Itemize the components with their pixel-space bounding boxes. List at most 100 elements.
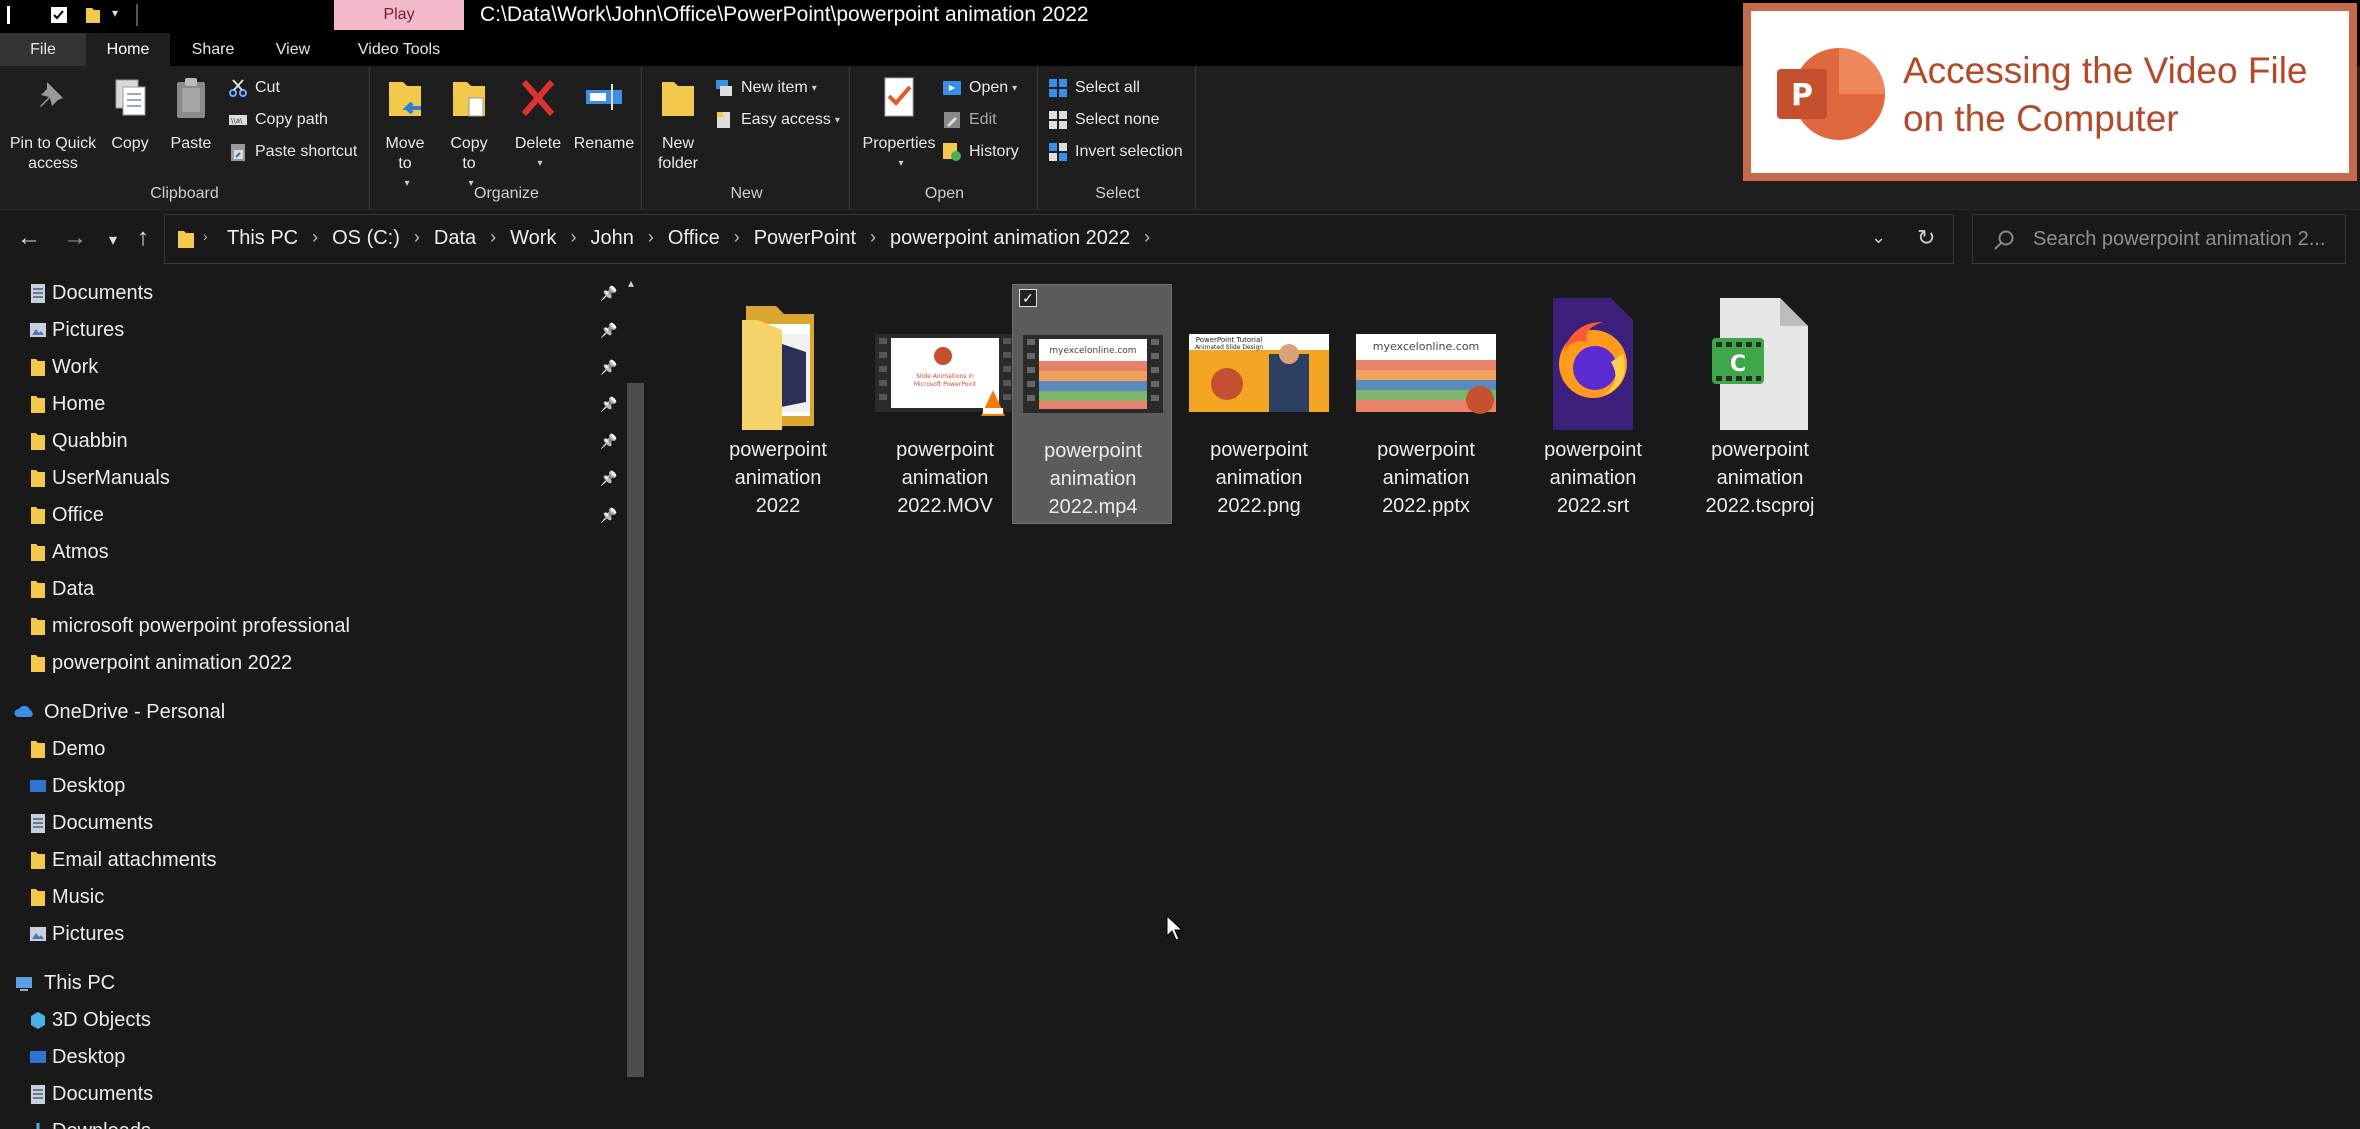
edit-button[interactable]: Edit [942, 108, 997, 132]
file-name-line: animation [1549, 467, 1637, 489]
file-item[interactable]: PowerPoint Tutorial Animated Slide Desig… [1179, 284, 1339, 524]
rename-icon [586, 84, 622, 110]
breadcrumb-current-folder[interactable]: powerpoint animation 2022 [890, 227, 1130, 250]
title-card-text: Accessing the Video File on the Computer [1903, 47, 2308, 143]
sidebar-item[interactable]: Demo [0, 732, 620, 766]
file-name-line: powerpoint [729, 439, 827, 461]
breadcrumb-separator-icon[interactable]: › [414, 227, 420, 250]
breadcrumb-separator-icon[interactable]: › [1144, 227, 1150, 250]
back-arrow-icon[interactable]: ← [14, 224, 44, 252]
file-item[interactable]: powerpoint animation 2022.srt [1513, 284, 1673, 524]
sidebar-item[interactable]: UserManuals 📌 [0, 461, 620, 495]
new-folder-button[interactable]: New folder [650, 74, 706, 174]
navigation-pane-scrollbar[interactable]: ▴ [622, 270, 648, 1129]
mp4-thumbnail: myexcelonline.com [1023, 335, 1163, 413]
pin-to-quick-access-button[interactable]: Pin to Quick access [4, 74, 102, 174]
rename-button[interactable]: Rename [570, 74, 638, 154]
folder-thumbnail [742, 306, 814, 430]
customize-qat-icon[interactable]: ▾ [112, 6, 118, 20]
file-item[interactable]: Slide Animations in Microsoft PowerPoint… [865, 284, 1025, 524]
paste-shortcut-button[interactable]: Paste shortcut [228, 140, 357, 164]
select-all-button[interactable]: Select all [1048, 76, 1140, 100]
sidebar-item[interactable]: Office 📌 [0, 498, 620, 532]
tab-video-tools[interactable]: Video Tools [334, 33, 464, 66]
easy-access-button[interactable]: Easy access ▾ [714, 108, 840, 132]
tab-view[interactable]: View [257, 33, 329, 66]
search-input[interactable]: Search powerpoint animation 2... [1972, 214, 2346, 264]
properties-qat-icon[interactable] [4, 4, 22, 26]
new-item-button[interactable]: New item ▾ [714, 76, 817, 100]
sidebar-item[interactable]: Documents 📌 [0, 276, 620, 310]
breadcrumb-separator-icon[interactable]: › [734, 227, 740, 250]
sidebar-section-header[interactable]: This PC [0, 966, 620, 1000]
sidebar-item[interactable]: microsoft powerpoint professional [0, 609, 620, 643]
breadcrumb-data[interactable]: Data [434, 227, 476, 250]
easy-access-icon [717, 112, 730, 128]
delete-button[interactable]: Delete ▾ [510, 74, 566, 174]
sidebar-item[interactable]: Desktop [0, 1040, 620, 1074]
history-button[interactable]: History [942, 140, 1019, 164]
address-history-chevron-icon[interactable]: ⌄ [1871, 227, 1886, 248]
search-placeholder: Search powerpoint animation 2... [2033, 228, 2326, 250]
scroll-up-icon[interactable]: ▴ [628, 276, 634, 290]
cut-button[interactable]: Cut [228, 76, 280, 100]
sidebar-item[interactable]: Documents [0, 806, 620, 840]
sidebar-item[interactable]: powerpoint animation 2022 [0, 646, 620, 680]
sidebar-item[interactable]: Pictures [0, 917, 620, 951]
sidebar-item[interactable]: Data [0, 572, 620, 606]
sidebar-item[interactable]: Documents [0, 1077, 620, 1111]
sidebar-item[interactable]: Music [0, 880, 620, 914]
scroll-thumb[interactable] [627, 383, 644, 1077]
sidebar-item[interactable]: Desktop [0, 769, 620, 803]
file-item[interactable]: C powerpoint animation 2022.tscproj [1680, 284, 1840, 524]
tab-file[interactable]: File [0, 33, 86, 66]
properties-button[interactable]: Properties ▾ [856, 74, 942, 174]
breadcrumb-os-c[interactable]: OS (C:) [332, 227, 400, 250]
sidebar-item[interactable]: Downloads [0, 1114, 620, 1129]
address-root-chevron-icon[interactable]: › [203, 228, 208, 244]
breadcrumb-this-pc[interactable]: This PC [227, 227, 298, 250]
paste-label: Paste [170, 135, 212, 152]
refresh-icon[interactable]: ↻ [1917, 225, 1935, 251]
address-bar[interactable]: › This PC › OS (C:) › Data › Work › John › Of… [164, 214, 1954, 264]
file-item[interactable]: powerpoint animation 2022 [698, 284, 858, 524]
breadcrumb-powerpoint[interactable]: PowerPoint [754, 227, 856, 250]
open-button[interactable]: Open ▾ [942, 76, 1017, 100]
sidebar-section-header[interactable]: OneDrive - Personal [0, 695, 620, 729]
copy-path-button[interactable]: \\a\ Copy path [228, 108, 328, 132]
breadcrumb-separator-icon[interactable]: › [570, 227, 576, 250]
documents-icon [30, 283, 46, 304]
edit-label: Edit [969, 111, 997, 128]
file-item-selected[interactable]: ✓ myexcelonline.com powerpoint animation… [1012, 284, 1172, 524]
tab-share[interactable]: Share [173, 33, 253, 66]
play-contextual-tab[interactable]: Play [334, 0, 464, 30]
sidebar-item[interactable]: Atmos [0, 535, 620, 569]
new-folder-qat-icon[interactable] [84, 4, 102, 26]
tab-home[interactable]: Home [86, 33, 170, 66]
recent-locations-chevron-icon[interactable]: ▾ [98, 230, 128, 250]
breadcrumb-work[interactable]: Work [510, 227, 556, 250]
sidebar-item[interactable]: Email attachments [0, 843, 620, 877]
up-arrow-icon[interactable]: ↑ [128, 224, 158, 252]
copy-button[interactable]: Copy [104, 74, 156, 154]
breadcrumb-john[interactable]: John [590, 227, 633, 250]
breadcrumb-separator-icon[interactable]: › [870, 227, 876, 250]
sidebar-item-label: Documents [52, 811, 154, 834]
breadcrumb-separator-icon[interactable]: › [312, 227, 318, 250]
forward-arrow-icon[interactable]: → [60, 224, 90, 252]
move-to-button[interactable]: Move to ▾ [378, 74, 432, 194]
checkbox-qat-icon[interactable] [50, 4, 68, 26]
invert-selection-button[interactable]: Invert selection [1048, 140, 1183, 164]
breadcrumb-separator-icon[interactable]: › [648, 227, 654, 250]
sidebar-item[interactable]: 3D Objects [0, 1003, 620, 1037]
sidebar-item[interactable]: Work 📌 [0, 350, 620, 384]
select-none-button[interactable]: Select none [1048, 108, 1160, 132]
copy-to-button[interactable]: Copy to ▾ [442, 74, 496, 194]
breadcrumb-office[interactable]: Office [668, 227, 720, 250]
breadcrumb-separator-icon[interactable]: › [490, 227, 496, 250]
sidebar-item[interactable]: Quabbin 📌 [0, 424, 620, 458]
sidebar-item[interactable]: Pictures 📌 [0, 313, 620, 347]
file-item[interactable]: myexcelonline.com powerpoint animation 2… [1346, 284, 1506, 524]
sidebar-item[interactable]: Home 📌 [0, 387, 620, 421]
paste-button[interactable]: Paste [164, 74, 218, 154]
